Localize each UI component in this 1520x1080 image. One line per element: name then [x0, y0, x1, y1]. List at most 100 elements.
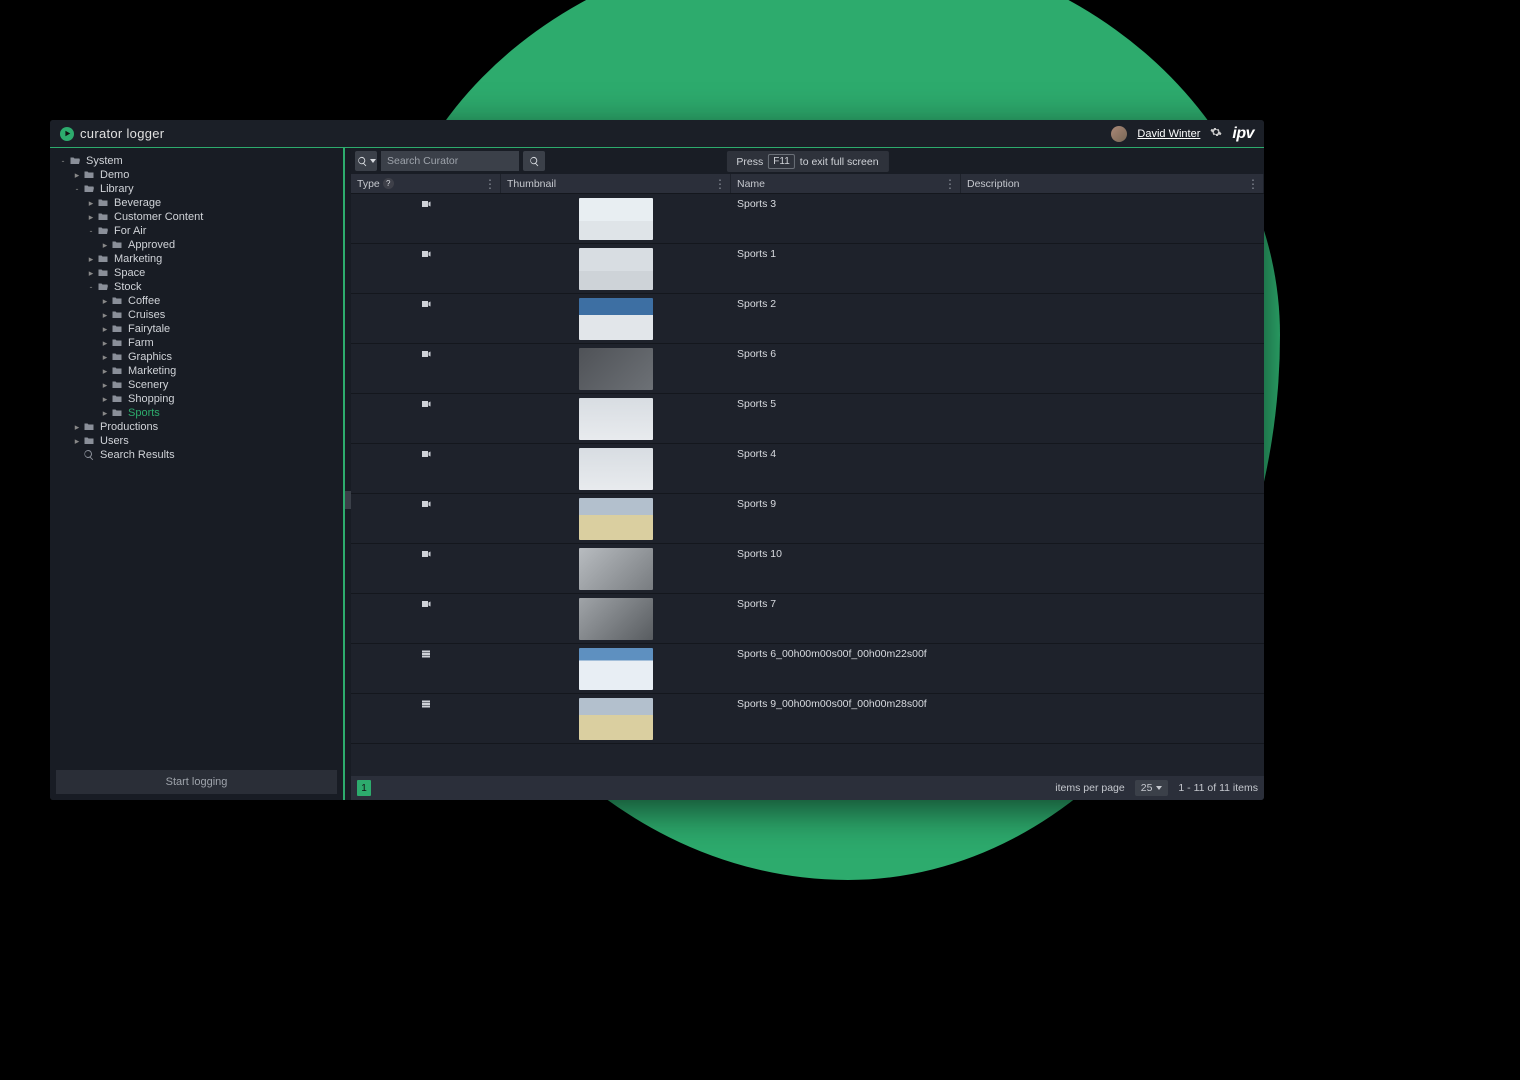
cell-description: [961, 544, 1264, 593]
tree-item[interactable]: ▸Marketing: [54, 364, 339, 378]
tree-item[interactable]: ▸Users: [54, 434, 339, 448]
tree-toggle[interactable]: ▸: [100, 380, 110, 391]
gear-icon[interactable]: [1210, 126, 1222, 141]
tree-item[interactable]: ▸Scenery: [54, 378, 339, 392]
thumbnail-image: [579, 598, 653, 640]
thumbnail-image: [579, 348, 653, 390]
cell-name: Sports 4: [731, 444, 961, 493]
tree-item[interactable]: ▸Customer Content: [54, 210, 339, 224]
tree-label: System: [86, 155, 123, 167]
folder-open-icon: [96, 225, 110, 237]
tree-toggle[interactable]: ▸: [72, 422, 82, 433]
start-logging-button[interactable]: Start logging: [56, 770, 337, 794]
video-icon: [420, 448, 432, 463]
tree-toggle[interactable]: ▸: [100, 408, 110, 419]
cell-description: [961, 194, 1264, 243]
col-header-thumbnail[interactable]: Thumbnail ⋮: [501, 174, 731, 193]
tree-item[interactable]: ▸Sports: [54, 406, 339, 420]
tree-item[interactable]: ▸Space: [54, 266, 339, 280]
table-row[interactable]: Sports 10: [351, 544, 1264, 594]
avatar[interactable]: [1111, 126, 1127, 142]
hint-pre: Press: [736, 156, 763, 168]
tree-item[interactable]: ▸ Productions: [54, 420, 339, 434]
cell-name: Sports 5: [731, 394, 961, 443]
search-button[interactable]: [523, 151, 545, 171]
tree-toggle[interactable]: -: [72, 184, 82, 194]
video-icon: [420, 298, 432, 313]
cell-type: [351, 294, 501, 343]
subclip-icon: [420, 698, 432, 713]
tree-item[interactable]: Search Results: [54, 448, 339, 462]
tree-toggle[interactable]: ▸: [72, 436, 82, 447]
col-header-name[interactable]: Name ⋮: [731, 174, 961, 193]
page-button[interactable]: 1: [357, 780, 371, 796]
tree-toggle[interactable]: ▸: [100, 296, 110, 307]
col-header-type[interactable]: Type ? ⋮: [351, 174, 501, 193]
table-row[interactable]: Sports 9_00h00m00s00f_00h00m28s00f: [351, 694, 1264, 744]
tree-item[interactable]: - Library: [54, 182, 339, 196]
tree-item[interactable]: ▸Farm: [54, 336, 339, 350]
tree-toggle[interactable]: ▸: [100, 394, 110, 405]
col-header-description[interactable]: Description ⋮: [961, 174, 1264, 193]
thumbnail-image: [579, 548, 653, 590]
cell-type: [351, 494, 501, 543]
table-row[interactable]: Sports 6_00h00m00s00f_00h00m22s00f: [351, 644, 1264, 694]
tree-item[interactable]: - System: [54, 154, 339, 168]
tree-item[interactable]: ▸Cruises: [54, 308, 339, 322]
tree-toggle[interactable]: ▸: [100, 338, 110, 349]
tree-item[interactable]: ▸Graphics: [54, 350, 339, 364]
tree-item[interactable]: ▸Demo: [54, 168, 339, 182]
cell-name: Sports 9: [731, 494, 961, 543]
panel-collapse-handle[interactable]: [345, 148, 351, 800]
table-row[interactable]: Sports 5: [351, 394, 1264, 444]
cell-thumbnail: [501, 394, 731, 443]
tree-item[interactable]: ▸Beverage: [54, 196, 339, 210]
tree-label: Library: [100, 183, 134, 195]
table-row[interactable]: Sports 2: [351, 294, 1264, 344]
tree-toggle[interactable]: ▸: [100, 240, 110, 251]
tree-toggle[interactable]: ▸: [86, 198, 96, 209]
username-link[interactable]: David Winter: [1137, 128, 1200, 140]
tree-toggle[interactable]: ▸: [100, 310, 110, 321]
tree-item[interactable]: ▸Fairytale: [54, 322, 339, 336]
tree-toggle[interactable]: -: [58, 156, 68, 166]
tree-toggle[interactable]: ▸: [86, 268, 96, 279]
cell-name: Sports 2: [731, 294, 961, 343]
tree-label: Productions: [100, 421, 158, 433]
table-row[interactable]: Sports 1: [351, 244, 1264, 294]
tree-item[interactable]: -Stock: [54, 280, 339, 294]
tree-item[interactable]: ▸Approved: [54, 238, 339, 252]
search-input[interactable]: [381, 151, 519, 171]
table-row[interactable]: Sports 7: [351, 594, 1264, 644]
table-row[interactable]: Sports 9: [351, 494, 1264, 544]
table-row[interactable]: Sports 6: [351, 344, 1264, 394]
tree-toggle[interactable]: ▸: [100, 366, 110, 377]
tree-toggle[interactable]: ▸: [86, 254, 96, 265]
cell-description: [961, 244, 1264, 293]
tree-toggle[interactable]: -: [86, 226, 96, 236]
search-options-button[interactable]: [355, 151, 377, 171]
folder-icon: [110, 323, 124, 335]
tree-toggle[interactable]: ▸: [86, 212, 96, 223]
tree-toggle[interactable]: ▸: [72, 170, 82, 181]
cell-thumbnail: [501, 444, 731, 493]
cell-type: [351, 394, 501, 443]
folder-icon: [96, 267, 110, 279]
tree-toggle[interactable]: ▸: [100, 324, 110, 335]
tree-item[interactable]: ▸Coffee: [54, 294, 339, 308]
tree-toggle[interactable]: ▸: [100, 352, 110, 363]
cell-thumbnail: [501, 694, 731, 743]
tree-item[interactable]: ▸Marketing: [54, 252, 339, 266]
folder-icon: [110, 239, 124, 251]
cell-name: Sports 6_00h00m00s00f_00h00m22s00f: [731, 644, 961, 693]
cell-thumbnail: [501, 294, 731, 343]
cell-thumbnail: [501, 244, 731, 293]
table-row[interactable]: Sports 4: [351, 444, 1264, 494]
help-icon[interactable]: ?: [383, 178, 394, 189]
folder-icon: [110, 379, 124, 391]
items-per-page-select[interactable]: 25: [1135, 780, 1169, 796]
tree-item[interactable]: ▸Shopping: [54, 392, 339, 406]
tree-item[interactable]: -For Air: [54, 224, 339, 238]
tree-toggle[interactable]: -: [86, 282, 96, 292]
table-row[interactable]: Sports 3: [351, 194, 1264, 244]
